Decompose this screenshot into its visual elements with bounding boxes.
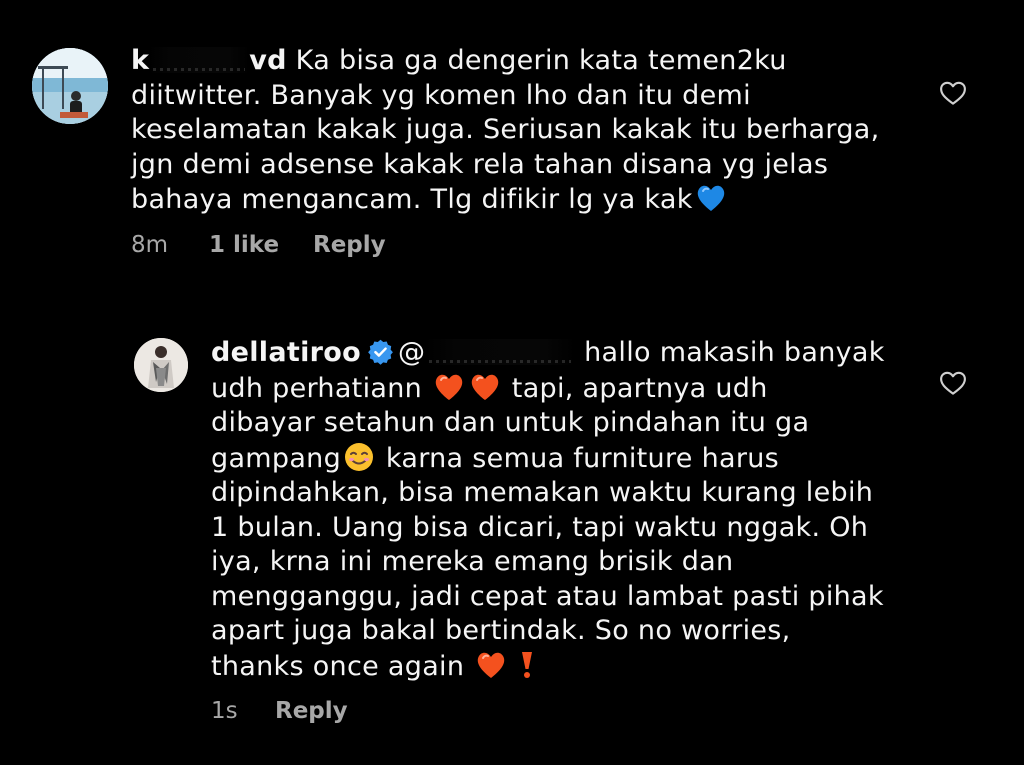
like-button[interactable] — [938, 78, 968, 108]
reply-username[interactable]: dellatiroo — [211, 337, 361, 368]
redacted-username — [149, 47, 250, 73]
comment-text: k vd Ka bisa ga dengerin kata temen2ku di… — [131, 44, 911, 218]
reply-body: dellatiroo @ hallo makasih banyak udh per… — [211, 336, 911, 724]
reply-text-line4-end: karna semua furniture harus — [377, 442, 780, 474]
comment-timestamp: 8m — [131, 231, 169, 258]
verified-badge-icon — [368, 339, 393, 365]
exclamation-icon — [522, 651, 533, 678]
reply-text-line2-end: tapi, apartnya udh — [502, 372, 768, 404]
comment-body: k vd Ka bisa ga dengerin kata temen2ku di… — [131, 44, 911, 258]
avatar[interactable] — [32, 48, 108, 124]
comment-like-count[interactable]: 1 like — [209, 232, 313, 258]
profile-photo-woman-icon — [134, 338, 188, 392]
reply-text-line3: dibayar setahun dan untuk pindahan itu g… — [211, 407, 810, 438]
redacted-mention — [425, 339, 576, 365]
comment-username-tail[interactable]: vd — [249, 45, 287, 76]
avatar[interactable] — [134, 338, 188, 392]
reply-text-line1: hallo makasih banyak — [575, 337, 885, 368]
reply-text-line4-start: gampang — [211, 442, 342, 474]
reply-text-rest: dipindahkan, bisa memakan waktu kurang l… — [211, 477, 884, 682]
mention-prefix[interactable]: @ — [398, 337, 425, 368]
heart-outline-icon — [940, 81, 966, 105]
comment-meta: 8m 1 like Reply — [131, 232, 911, 258]
profile-photo-beach-icon — [32, 48, 108, 124]
orange-heart-icon — [477, 652, 505, 678]
reply-meta: 1s Reply — [211, 698, 911, 724]
smiling-face-icon — [345, 442, 374, 471]
reply-button[interactable]: Reply — [313, 232, 386, 258]
reply-text-line2-start: udh perhatiann — [211, 372, 431, 404]
blue-heart-icon — [697, 185, 724, 211]
reply-button[interactable]: Reply — [275, 698, 348, 724]
comment-username[interactable]: k — [131, 45, 149, 76]
orange-heart-icon — [471, 374, 499, 400]
heart-outline-icon — [940, 371, 966, 395]
reply-timestamp: 1s — [211, 698, 238, 724]
comment-text-rest: diitwitter. Banyak yg komen lho dan itu … — [131, 79, 880, 216]
orange-heart-icon — [435, 374, 463, 400]
reply-text: dellatiroo @ hallo makasih banyak udh per… — [211, 336, 911, 684]
comment-text-line1: Ka bisa ga dengerin kata temen2ku — [286, 45, 787, 76]
like-button[interactable] — [938, 368, 968, 398]
